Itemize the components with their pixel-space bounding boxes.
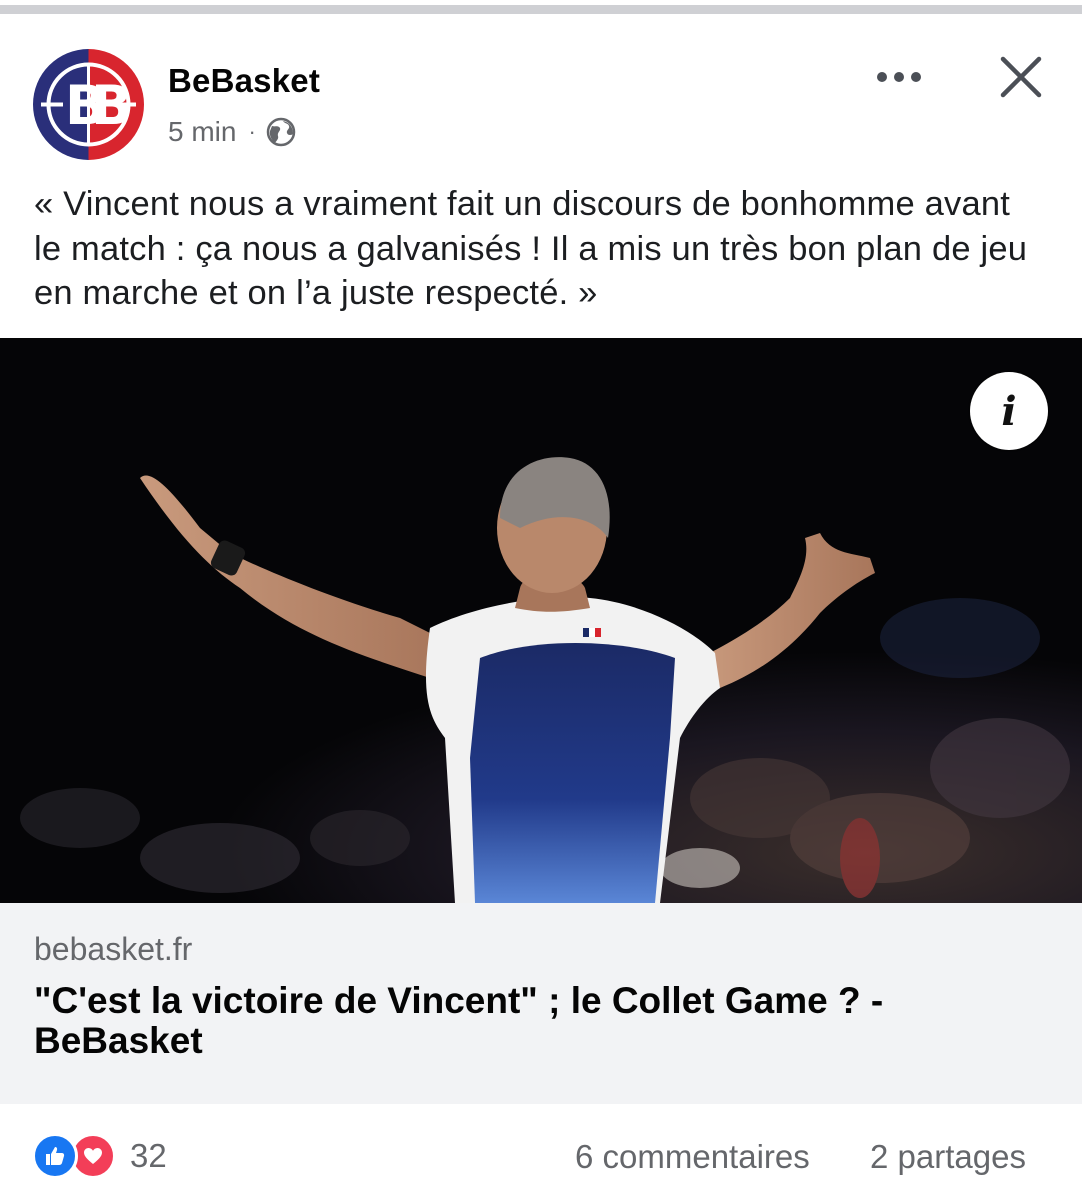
facebook-post: B B BeBasket 5 min · « Vincent nous a vr…	[0, 0, 1082, 1200]
post-photo[interactable]	[0, 338, 1082, 903]
page-name[interactable]: BeBasket	[168, 62, 320, 100]
link-preview-card[interactable]: bebasket.fr "C'est la victoire de Vincen…	[0, 903, 1082, 1104]
close-icon[interactable]	[998, 54, 1044, 100]
reaction-count: 32	[130, 1137, 167, 1174]
reactions-summary[interactable]: 32	[32, 1132, 167, 1180]
top-divider	[0, 0, 1082, 16]
bebasket-logo: B B	[33, 49, 144, 160]
post-time[interactable]: 5 min	[168, 116, 236, 148]
shares-count[interactable]: 2 partages	[870, 1138, 1026, 1176]
divider-line	[0, 5, 1082, 14]
coach-photo	[0, 338, 1082, 903]
link-domain: bebasket.fr	[34, 931, 193, 967]
engagement-bar: 32 6 commentaires 2 partages	[0, 1104, 1082, 1200]
post-text: « Vincent nous a vraiment fait un discou…	[34, 185, 1028, 312]
info-icon[interactable]: i	[970, 372, 1048, 450]
comments-count[interactable]: 6 commentaires	[575, 1138, 810, 1176]
globe-icon[interactable]	[266, 117, 296, 147]
more-options-icon[interactable]	[872, 62, 926, 92]
meta-separator: ·	[248, 119, 256, 144]
post-meta: 5 min ·	[168, 114, 296, 150]
page-avatar[interactable]: B B	[33, 49, 144, 160]
link-title[interactable]: "C'est la victoire de Vincent" ; le Coll…	[34, 981, 1044, 1061]
like-icon	[32, 1133, 78, 1179]
